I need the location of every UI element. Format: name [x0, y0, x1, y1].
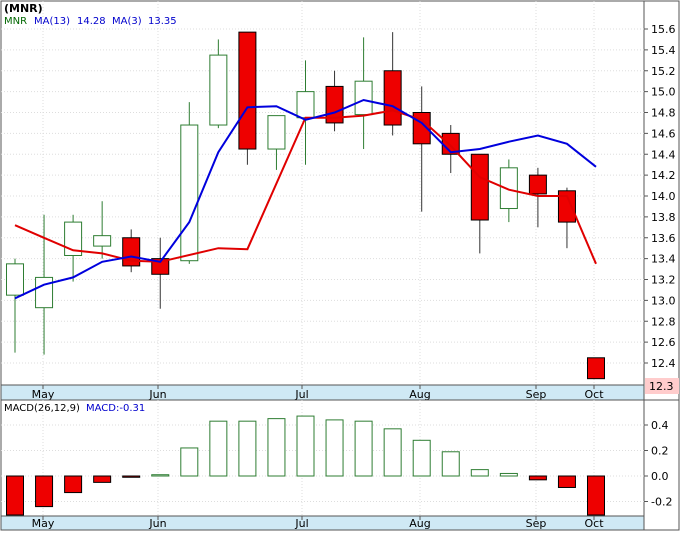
candle-body [93, 235, 112, 247]
candle-body [238, 31, 257, 150]
price-tick-label: 15.4 [651, 44, 676, 57]
macd-bar [93, 475, 112, 483]
price-tick-label: 15.2 [651, 65, 676, 78]
candle-body [267, 115, 286, 150]
price-month-label: Sep [526, 388, 547, 401]
legend-ma13-label: MA(13) [34, 16, 70, 27]
macd-panel [0, 399, 645, 517]
price-month-label: Oct [584, 388, 604, 401]
candle-body [35, 276, 54, 309]
macd-bar [6, 475, 24, 516]
macd-bar [296, 415, 315, 477]
macd-bar [470, 469, 489, 477]
macd-bar [383, 428, 402, 477]
macd-value-label: MACD:-0.31 [86, 403, 145, 414]
candle-body [587, 357, 605, 380]
price-tick-label: 14.8 [651, 107, 676, 120]
chart-title: (MNR) [4, 2, 43, 15]
macd-bar [354, 420, 373, 477]
macd-bar [528, 475, 547, 481]
price-tick-label: 13.0 [651, 294, 676, 307]
macd-bar [238, 420, 257, 477]
macd-tick-label: 0.0 [651, 470, 669, 483]
price-tick-label: 15.6 [651, 23, 676, 36]
macd-bar [180, 447, 199, 477]
price-tick-label: 14.4 [651, 148, 676, 161]
macd-bar [209, 420, 228, 477]
price-tick-label: 13.4 [651, 253, 676, 266]
last-price-label: 12.3 [649, 380, 674, 393]
price-tick-label: 14.2 [651, 169, 676, 182]
legend-ma3-value: 13.35 [148, 16, 177, 27]
price-tick-label: 13.8 [651, 211, 676, 224]
candle-body [528, 174, 547, 195]
macd-bar [412, 439, 431, 477]
stock-chart: 12.3 15.6 15.4 15.2 15.0 14.8 14.6 14.4 14.2 14.… [0, 0, 680, 531]
macd-month-label: May [32, 517, 55, 530]
macd-title: MACD(26,12,9) [4, 403, 80, 414]
macd-date-strip [0, 515, 645, 531]
macd-bar [587, 475, 605, 516]
macd-tick-label: 0.4 [651, 419, 669, 432]
macd-month-label: Jun [148, 517, 166, 530]
price-tick-label: 13.6 [651, 232, 676, 245]
price-tick-label: 12.6 [651, 336, 676, 349]
candle-body [354, 80, 373, 116]
legend-ticker: MNR [4, 16, 27, 27]
price-tick-label: 13.2 [651, 274, 676, 287]
macd-bar [267, 418, 286, 477]
candle-body [6, 263, 24, 296]
price-tick-label: 14.0 [651, 190, 676, 203]
macd-bar [35, 475, 54, 508]
macd-month-label: Jul [294, 517, 308, 530]
price-tick-label: 15.0 [651, 86, 676, 99]
candle-body [180, 124, 199, 262]
price-month-label: Jun [148, 388, 166, 401]
macd-bar [441, 451, 460, 477]
macd-bar [122, 475, 141, 478]
candle-body [383, 70, 402, 126]
price-month-label: Jul [294, 388, 308, 401]
macd-tick-label: -0.2 [651, 496, 672, 509]
candle-body [296, 91, 315, 119]
price-date-strip [0, 384, 645, 401]
price-tick-label: 12.4 [651, 357, 676, 370]
price-tick-label: 14.6 [651, 127, 676, 140]
macd-month-label: Sep [526, 517, 547, 530]
macd-month-label: Oct [584, 517, 604, 530]
macd-bar [325, 419, 344, 477]
candle-body [470, 153, 489, 221]
price-panel [0, 0, 645, 386]
candle-body [209, 54, 228, 126]
legend-ma13-value: 14.28 [77, 16, 106, 27]
macd-month-label: Aug [409, 517, 430, 530]
macd-tick-label: 0.2 [651, 445, 669, 458]
macd-bar [557, 475, 576, 488]
price-month-label: May [32, 388, 55, 401]
price-month-label: Aug [409, 388, 430, 401]
legend-ma3-label: MA(3) [112, 16, 142, 27]
macd-bar [64, 475, 83, 494]
macd-bar [151, 474, 170, 477]
price-tick-label: 12.8 [651, 315, 676, 328]
macd-bar [499, 472, 518, 477]
